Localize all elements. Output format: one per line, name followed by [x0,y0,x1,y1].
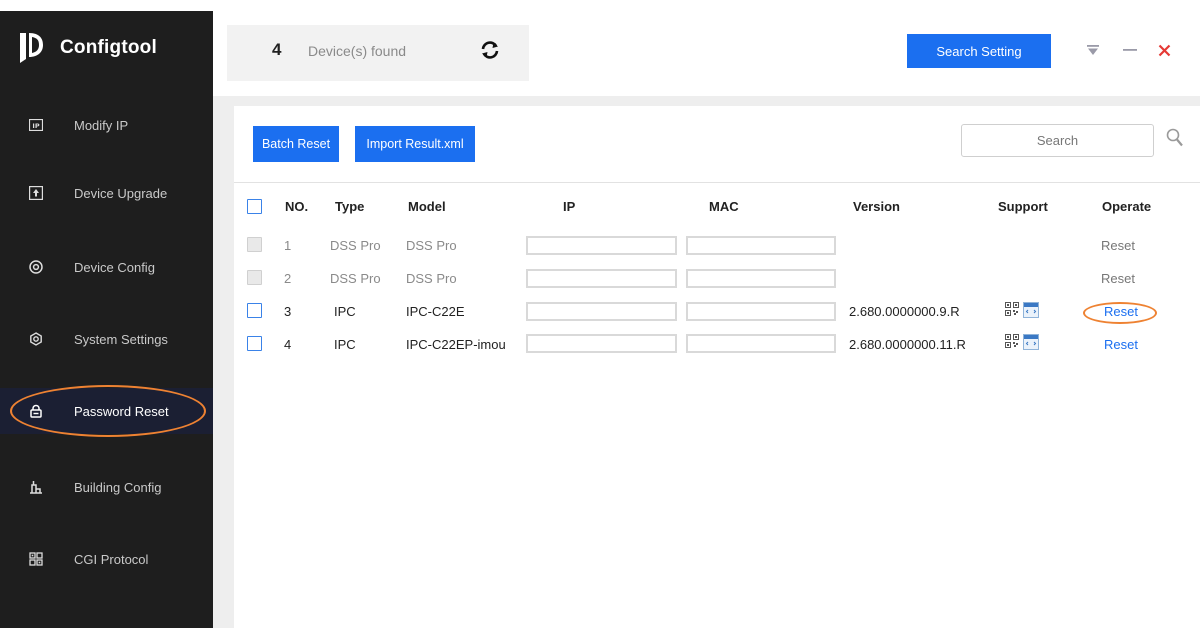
mac-field[interactable] [686,334,836,353]
close-icon[interactable] [1152,38,1176,62]
row-model: DSS Pro [406,271,457,286]
row-checkbox[interactable] [247,336,262,351]
column-header-model: Model [408,199,446,214]
column-header-type: Type [335,199,365,214]
row-checkbox[interactable] [247,270,262,285]
column-header-mac: MAC [709,199,739,214]
row-type: DSS Pro [330,238,381,253]
brand: Configtool [18,30,157,66]
row-type: IPC [334,304,356,319]
sidebar-item-label: System Settings [74,331,168,347]
sidebar-item-label: Device Upgrade [74,185,168,201]
sidebar-item-device-upgrade[interactable]: Device Upgrade [0,170,213,216]
column-header-operate: Operate [1102,199,1152,214]
row-version: 2.680.0000000.11.R [849,337,966,352]
import-result-button[interactable]: Import Result.xml [355,126,475,162]
svg-text:IP: IP [32,122,39,130]
sidebar-item-label: Password Reset [74,403,169,419]
sidebar-item-building-config[interactable]: Building Config [0,464,213,510]
logo-icon [18,31,44,65]
qr-code-icon [1005,334,1019,353]
mac-field[interactable] [686,302,836,321]
ip-field[interactable] [526,269,677,288]
building-icon [28,479,44,495]
sidebar: Configtool IP Modify IP Device Upgrade D… [0,0,213,628]
mac-field[interactable] [686,236,836,255]
row-no: 2 [284,271,292,286]
support-icons [1005,334,1039,353]
sidebar-item-system-settings[interactable]: System Settings [0,316,213,362]
column-header-ip: IP [563,199,576,214]
search-input[interactable] [961,124,1154,157]
ip-icon: IP [28,117,44,133]
reset-link[interactable]: Reset [1101,271,1135,286]
batch-reset-button[interactable]: Batch Reset [253,126,339,162]
ip-field[interactable] [526,334,677,353]
sidebar-item-device-config[interactable]: Device Config [0,244,213,290]
column-header-version: Version [853,199,900,214]
row-no: 3 [284,304,292,319]
target-icon [28,259,44,275]
row-no: 4 [284,337,292,352]
column-header-no: NO. [285,199,309,214]
lock-icon [28,403,44,419]
column-header-support: Support [998,199,1048,214]
row-version: 2.680.0000000.9.R [849,304,960,319]
row-checkbox[interactable] [247,303,262,318]
app-title: Configtool [60,37,157,58]
row-model: IPC-C22EP-imou [406,337,506,352]
support-icons [1005,302,1039,321]
ip-field[interactable] [526,236,677,255]
reset-link[interactable]: Reset [1104,337,1138,352]
sidebar-item-cgi-protocol[interactable]: CGI Protocol [0,536,213,582]
device-panel [234,106,1200,628]
search-setting-button[interactable]: Search Setting [907,34,1051,68]
row-no: 1 [284,238,292,253]
settings-icon [28,331,44,347]
row-model: IPC-C22E [406,304,465,319]
sidebar-item-label: CGI Protocol [74,551,149,567]
sidebar-item-label: Building Config [74,479,162,495]
sidebar-item-modify-ip[interactable]: IP Modify IP [0,102,213,148]
qr-code-icon [1005,302,1019,321]
sidebar-item-label: Modify IP [74,117,129,133]
sidebar-item-label: Device Config [74,259,155,275]
onvif-icon [1023,334,1039,353]
refresh-icon[interactable] [479,39,501,61]
select-all-checkbox[interactable] [247,199,262,214]
device-found-label: Device(s) found [308,43,407,59]
row-model: DSS Pro [406,238,457,253]
ip-field[interactable] [526,302,677,321]
grid-icon [28,551,44,567]
onvif-icon [1023,302,1039,321]
dropdown-icon[interactable] [1081,38,1105,62]
reset-link[interactable]: Reset [1101,238,1135,253]
upload-icon [28,185,44,201]
row-type: IPC [334,337,356,352]
search-icon[interactable] [1163,124,1187,152]
reset-link[interactable]: Reset [1104,304,1138,319]
toolbar-divider [234,182,1200,183]
row-type: DSS Pro [330,271,381,286]
sidebar-item-password-reset[interactable]: Password Reset [0,388,213,434]
device-count: 4 [272,40,282,59]
minimize-icon[interactable] [1118,38,1142,62]
row-checkbox[interactable] [247,237,262,252]
mac-field[interactable] [686,269,836,288]
